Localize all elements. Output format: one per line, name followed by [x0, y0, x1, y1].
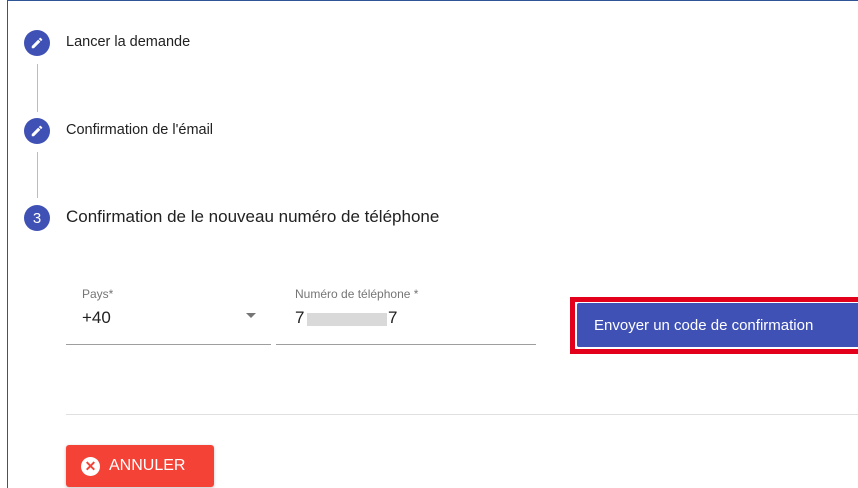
- close-circle-icon: ✕: [81, 456, 100, 476]
- step-connector: [37, 64, 38, 112]
- step-1-label[interactable]: Lancer la demande: [66, 34, 190, 50]
- cancel-button[interactable]: ✕ ANNULER: [66, 445, 214, 487]
- phone-label: Numéro de téléphone *: [295, 287, 419, 301]
- country-underline: [66, 344, 271, 345]
- step-1-pencil-icon: [24, 30, 50, 56]
- country-value[interactable]: +40: [82, 308, 111, 328]
- country-label: Pays*: [82, 287, 114, 301]
- step-2-pencil-icon: [24, 118, 50, 144]
- step-connector: [37, 152, 38, 198]
- phone-underline: [276, 344, 536, 345]
- phone-value-end[interactable]: 7: [388, 308, 397, 328]
- cancel-label: ANNULER: [109, 457, 186, 474]
- divider: [66, 414, 858, 415]
- step-2-label[interactable]: Confirmation de l'émail: [66, 122, 213, 138]
- phone-value-start[interactable]: 7: [295, 308, 304, 328]
- dropdown-arrow-icon[interactable]: [246, 313, 256, 318]
- send-code-button[interactable]: Envoyer un code de confirmation: [577, 303, 858, 347]
- phone-redaction: [307, 313, 387, 326]
- step-3-label: Confirmation de le nouveau numéro de tél…: [66, 207, 440, 226]
- step-3-number: 3: [24, 205, 50, 231]
